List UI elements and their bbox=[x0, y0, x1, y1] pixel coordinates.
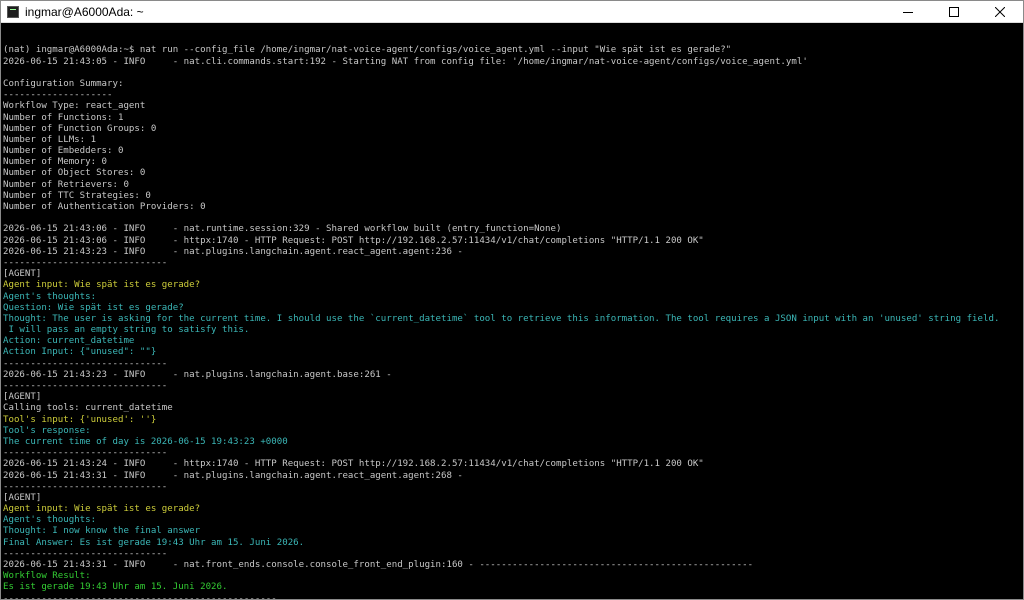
terminal-line: 2026-06-15 21:43:05 - INFO - nat.cli.com… bbox=[3, 56, 808, 67]
close-button[interactable] bbox=[977, 1, 1023, 22]
terminal-line: Agent's thoughts: bbox=[3, 291, 97, 302]
terminal-line: Number of Embedders: 0 bbox=[3, 146, 124, 157]
maximize-button[interactable] bbox=[931, 1, 977, 22]
minimize-icon bbox=[903, 11, 913, 13]
terminal-line: Number of Memory: 0 bbox=[3, 157, 108, 168]
terminal-line: -------------------- bbox=[3, 90, 113, 101]
terminal-line: Number of Object Stores: 0 bbox=[3, 168, 146, 179]
terminal-line: Number of LLMs: 1 bbox=[3, 134, 97, 145]
terminal-line: [AGENT] bbox=[3, 392, 42, 403]
terminal-line: 2026-06-15 21:43:23 - INFO - nat.plugins… bbox=[3, 369, 392, 380]
terminal-line: Tool's input: {'unused': ''} bbox=[3, 414, 157, 425]
terminal-line: 2026-06-15 21:43:06 - INFO - httpx:1740 … bbox=[3, 235, 704, 246]
terminal-line: Tool's response: bbox=[3, 425, 91, 436]
terminal-line: Workflow Type: react_agent bbox=[3, 101, 146, 112]
terminal-line: I will pass an empty string to satisfy t… bbox=[3, 325, 250, 336]
terminal-line: 2026-06-15 21:43:23 - INFO - nat.plugins… bbox=[3, 246, 463, 257]
terminal-line: Calling tools: current_datetime bbox=[3, 403, 173, 414]
terminal-line: Number of Retrievers: 0 bbox=[3, 179, 129, 190]
terminal-line: ------------------------------ bbox=[3, 448, 168, 459]
terminal-line: Question: Wie spät ist es gerade? bbox=[3, 302, 184, 313]
terminal-line: 2026-06-15 21:43:31 - INFO - nat.plugins… bbox=[3, 470, 463, 481]
terminal-line: Es ist gerade 19:43 Uhr am 15. Juni 2026… bbox=[3, 582, 228, 593]
terminal-line: [AGENT] bbox=[3, 269, 42, 280]
terminal-line: (nat) ingmar@A6000Ada:~$ nat run --confi… bbox=[3, 45, 732, 56]
terminal-output[interactable]: (nat) ingmar@A6000Ada:~$ nat run --confi… bbox=[1, 23, 1017, 599]
terminal-line: 2026-06-15 21:43:06 - INFO - nat.runtime… bbox=[3, 224, 562, 235]
terminal-line: Number of Function Groups: 0 bbox=[3, 123, 157, 134]
terminal-line: ------------------------------ bbox=[3, 548, 168, 559]
close-icon bbox=[995, 6, 1005, 17]
minimize-button[interactable] bbox=[885, 1, 931, 22]
terminal-line: The current time of day is 2026-06-15 19… bbox=[3, 436, 288, 447]
window-title: ingmar@A6000Ada: ~ bbox=[25, 4, 144, 19]
terminal-line: Thought: I now know the final answer bbox=[3, 526, 201, 537]
terminal-line: Configuration Summary: bbox=[3, 78, 124, 89]
terminal-line: Thought: The user is asking for the curr… bbox=[3, 313, 1000, 324]
terminal-line: ------------------------------ bbox=[3, 257, 168, 268]
terminal-line: Agent input: Wie spät ist es gerade? bbox=[3, 280, 201, 291]
terminal-line: ----------------------------------------… bbox=[3, 593, 277, 599]
terminal-line: Number of Authentication Providers: 0 bbox=[3, 202, 206, 213]
terminal-line: Number of TTC Strategies: 0 bbox=[3, 190, 151, 201]
terminal-line: Agent's thoughts: bbox=[3, 515, 97, 526]
terminal-line: Number of Functions: 1 bbox=[3, 112, 124, 123]
terminal-line: 2026-06-15 21:43:24 - INFO - httpx:1740 … bbox=[3, 459, 704, 470]
terminal-line: [AGENT] bbox=[3, 492, 42, 503]
terminal-line: ------------------------------ bbox=[3, 358, 168, 369]
terminal-window: ingmar@A6000Ada: ~ (nat) ingmar@A6000Ada… bbox=[0, 0, 1024, 600]
maximize-icon bbox=[949, 6, 959, 17]
terminal-line: Workflow Result: bbox=[3, 571, 91, 582]
terminal-scrollbar[interactable] bbox=[1017, 23, 1023, 599]
terminal-line: Action Input: {"unused": ""} bbox=[3, 347, 157, 358]
terminal-line: 2026-06-15 21:43:31 - INFO - nat.front_e… bbox=[3, 560, 754, 571]
terminal-app-icon bbox=[7, 5, 19, 18]
terminal-line: Action: current_datetime bbox=[3, 336, 135, 347]
window-controls bbox=[885, 1, 1023, 22]
terminal-line: ------------------------------ bbox=[3, 381, 168, 392]
title-bar[interactable]: ingmar@A6000Ada: ~ bbox=[1, 1, 1023, 23]
terminal-line: Agent input: Wie spät ist es gerade? bbox=[3, 504, 201, 515]
terminal-line: Final Answer: Es ist gerade 19:43 Uhr am… bbox=[3, 537, 305, 548]
terminal-line: ------------------------------ bbox=[3, 481, 168, 492]
